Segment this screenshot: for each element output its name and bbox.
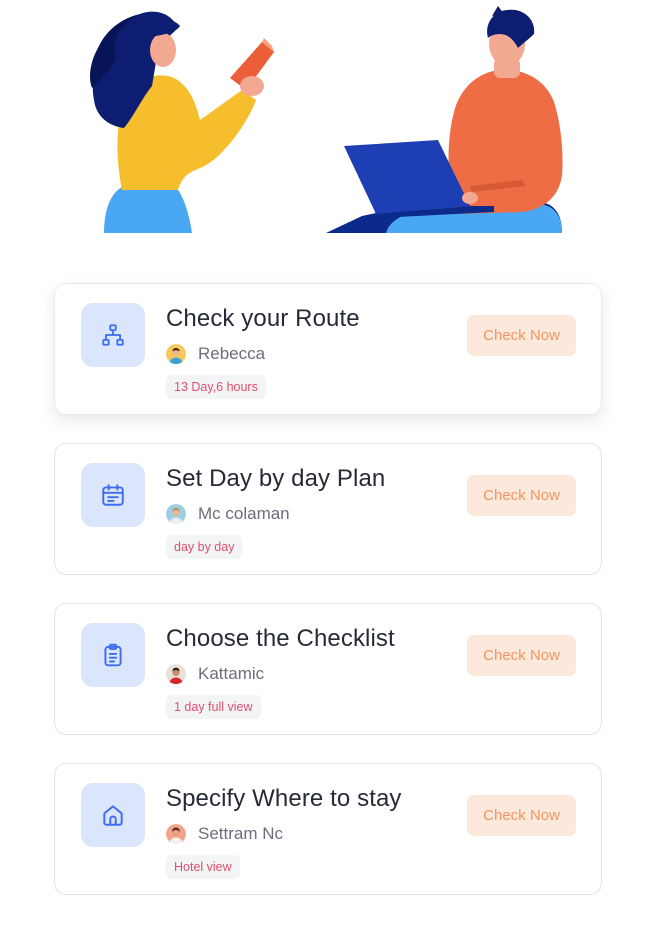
check-now-button[interactable]: Check Now bbox=[467, 475, 576, 516]
task-card-day-plan[interactable]: Set Day by day Plan Mc colaman day by da… bbox=[54, 443, 602, 575]
woman-reading-figure bbox=[90, 11, 274, 233]
clipboard-icon bbox=[104, 643, 122, 667]
duration-tag: 13 Day,6 hours bbox=[166, 375, 266, 399]
assignee: Rebecca bbox=[166, 344, 265, 364]
check-now-button[interactable]: Check Now bbox=[467, 795, 576, 836]
task-title: Choose the Checklist bbox=[166, 625, 395, 652]
task-card-check-route[interactable]: Check your Route Rebecca 13 Day,6 hours … bbox=[54, 283, 602, 415]
sitemap-icon bbox=[102, 324, 124, 346]
task-icon-container bbox=[81, 783, 145, 847]
hero-illustration bbox=[0, 0, 654, 240]
task-icon-container bbox=[81, 623, 145, 687]
calendar-icon bbox=[102, 484, 124, 506]
assignee-name: Kattamic bbox=[198, 664, 265, 683]
task-icon-container bbox=[81, 303, 145, 367]
check-now-button[interactable]: Check Now bbox=[467, 635, 576, 676]
assignee-name: Rebecca bbox=[198, 344, 266, 363]
task-title: Check your Route bbox=[166, 305, 360, 332]
assignee-name: Mc colaman bbox=[198, 504, 290, 523]
duration-tag: Hotel view bbox=[166, 855, 240, 879]
avatar bbox=[166, 824, 186, 844]
task-card-checklist[interactable]: Choose the Checklist Kattamic 1 day full… bbox=[54, 603, 602, 735]
duration-tag: 1 day full view bbox=[166, 695, 261, 719]
task-title: Specify Where to stay bbox=[166, 785, 402, 812]
people-illustration bbox=[90, 6, 563, 233]
home-icon bbox=[103, 805, 123, 826]
assignee: Kattamic bbox=[166, 664, 264, 684]
avatar bbox=[166, 504, 186, 524]
duration-tag: day by day bbox=[166, 535, 243, 559]
avatar bbox=[166, 664, 186, 684]
assignee: Settram Nc bbox=[166, 824, 283, 844]
task-title: Set Day by day Plan bbox=[166, 465, 386, 492]
assignee: Mc colaman bbox=[166, 504, 290, 524]
check-now-button[interactable]: Check Now bbox=[467, 315, 576, 356]
man-laptop-figure bbox=[326, 6, 563, 233]
assignee-name: Settram Nc bbox=[198, 824, 284, 843]
task-card-where-to-stay[interactable]: Specify Where to stay Settram Nc Hotel v… bbox=[54, 763, 602, 895]
task-icon-container bbox=[81, 463, 145, 527]
avatar bbox=[166, 344, 186, 364]
